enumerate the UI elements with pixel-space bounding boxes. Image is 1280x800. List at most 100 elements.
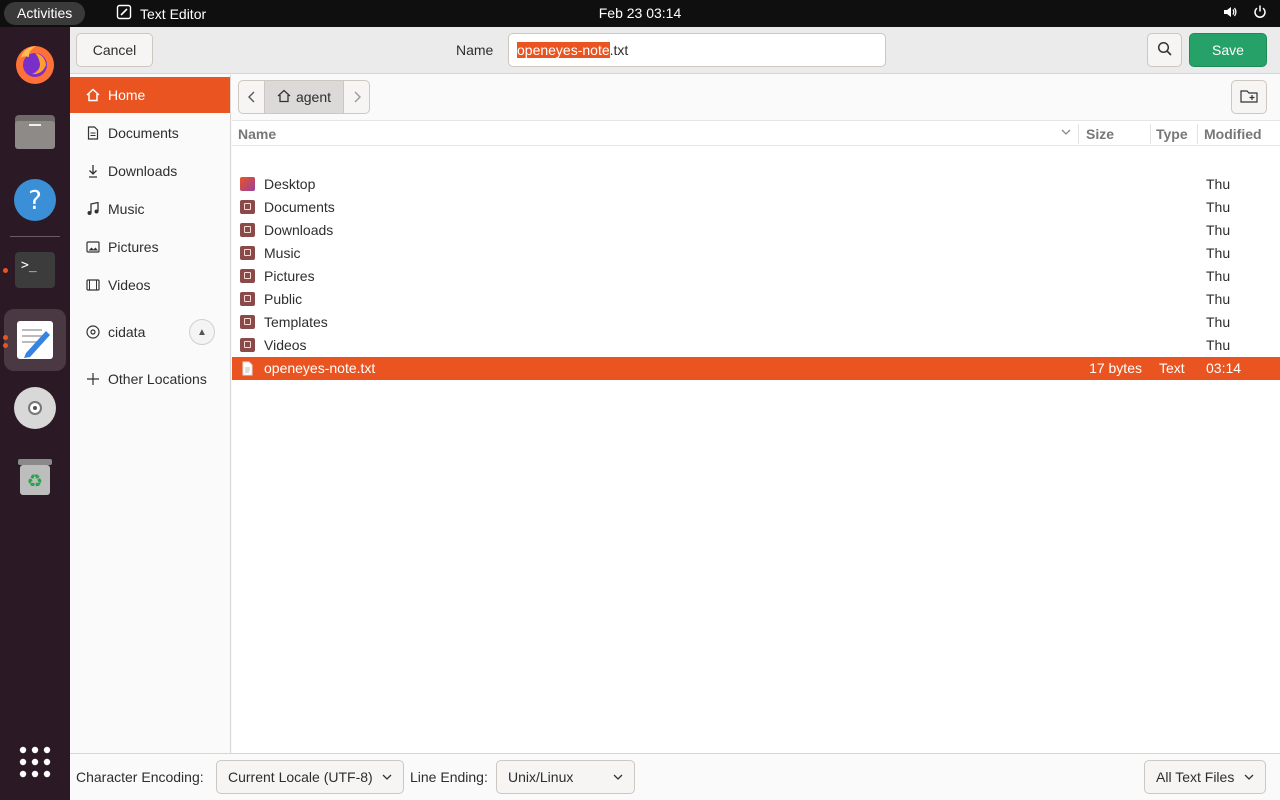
table-row[interactable]: Videos Thu <box>232 334 1280 357</box>
table-row[interactable]: Documents Thu <box>232 196 1280 219</box>
file-filter-select[interactable]: All Text Files <box>1144 760 1266 794</box>
sidebar-item-label: Pictures <box>108 239 159 255</box>
table-row[interactable]: Public Thu <box>232 288 1280 311</box>
cell-modified: 03:14 <box>1206 360 1242 376</box>
line-ending-value: Unix/Linux <box>508 769 574 785</box>
folder-icon <box>240 269 255 283</box>
chevron-down-icon <box>381 770 393 786</box>
table-row[interactable]: Templates Thu <box>232 311 1280 334</box>
activities-button[interactable]: Activities <box>4 2 86 25</box>
places-sidebar: Home Documents Downloads Music Pictures … <box>70 75 231 753</box>
cell-name: Pictures <box>264 268 315 284</box>
column-type[interactable]: Type <box>1156 126 1188 142</box>
sidebar-item-documents[interactable]: Documents <box>70 115 230 151</box>
filter-value: All Text Files <box>1156 769 1235 785</box>
power-icon[interactable] <box>1252 4 1268 23</box>
eject-icon[interactable]: ▲ <box>189 319 215 345</box>
help-icon[interactable]: ? <box>4 169 66 231</box>
save-dialog: Cancel Name openeyes-note.txt Save Home … <box>70 27 1280 800</box>
dialog-header: Cancel Name openeyes-note.txt Save <box>70 27 1280 74</box>
search-button[interactable] <box>1147 33 1182 67</box>
drive-icon <box>86 325 100 339</box>
sidebar-item-label: Videos <box>108 277 151 293</box>
new-folder-icon <box>1240 88 1258 107</box>
chevron-down-icon[interactable] <box>1060 125 1072 141</box>
encoding-label: Character Encoding: <box>76 769 204 785</box>
cell-name: Desktop <box>264 176 316 192</box>
cell-modified: Thu <box>1206 176 1231 192</box>
app-grid-icon[interactable] <box>4 731 66 793</box>
disc-icon[interactable] <box>4 377 66 439</box>
table-row[interactable]: Desktop Thu <box>232 173 1280 196</box>
files-icon[interactable] <box>4 101 66 163</box>
column-header: Name Size Type Modified <box>232 122 1280 146</box>
sidebar-item-other-locations[interactable]: Other Locations <box>70 361 230 397</box>
trash-icon[interactable]: ♻ <box>4 445 66 507</box>
cell-name: Music <box>264 245 301 261</box>
cell-name: Templates <box>264 314 328 330</box>
cell-modified: Thu <box>1206 291 1231 307</box>
sidebar-item-label: Music <box>108 201 145 217</box>
app-menu[interactable]: Text Editor <box>116 0 206 27</box>
sidebar-item-pictures[interactable]: Pictures <box>70 229 230 265</box>
terminal-icon[interactable]: >_ <box>4 239 66 301</box>
cell-modified: Thu <box>1206 337 1231 353</box>
line-ending-select[interactable]: Unix/Linux <box>496 760 635 794</box>
cell-modified: Thu <box>1206 245 1231 261</box>
table-row[interactable]: Music Thu <box>232 242 1280 265</box>
sidebar-item-label: Home <box>108 87 146 103</box>
cell-name: Public <box>264 291 303 307</box>
folder-icon <box>240 338 255 352</box>
table-row[interactable]: Downloads Thu <box>232 219 1280 242</box>
cell-name: Videos <box>264 337 307 353</box>
sidebar-item-music[interactable]: Music <box>70 191 230 227</box>
system-tray[interactable] <box>1222 0 1268 27</box>
filename-selected-text: openeyes-note <box>517 42 610 58</box>
firefox-icon[interactable] <box>4 33 66 95</box>
sidebar-item-label: Downloads <box>108 163 178 179</box>
cell-name: Downloads <box>264 222 334 238</box>
sidebar-item-cidata[interactable]: cidata ▲ <box>70 314 230 350</box>
sidebar-item-videos[interactable]: Videos <box>70 267 230 303</box>
cancel-button[interactable]: Cancel <box>76 33 153 67</box>
save-button[interactable]: Save <box>1189 33 1267 67</box>
cell-name: openeyes-note.txt <box>264 360 376 376</box>
column-size[interactable]: Size <box>1086 126 1114 142</box>
column-modified[interactable]: Modified <box>1204 126 1262 142</box>
sidebar-item-label: cidata <box>108 324 146 340</box>
breadcrumb: agent <box>238 80 370 114</box>
sidebar-item-home[interactable]: Home <box>70 77 230 113</box>
top-bar: Activities Text Editor Feb 23 03:14 <box>0 0 1280 27</box>
home-icon <box>86 88 100 102</box>
cell-modified: Thu <box>1206 222 1231 238</box>
text-editor-icon[interactable] <box>4 309 66 371</box>
svg-text:>_: >_ <box>21 258 37 273</box>
music-icon <box>86 202 100 216</box>
text-editor-small-icon <box>116 4 132 23</box>
chevron-right-icon[interactable] <box>344 81 369 113</box>
cell-modified: Thu <box>1206 268 1231 284</box>
chevron-down-icon <box>1243 770 1255 786</box>
document-icon <box>86 126 100 140</box>
breadcrumb-home[interactable]: agent <box>264 81 344 113</box>
sidebar-item-downloads[interactable]: Downloads <box>70 153 230 189</box>
sidebar-item-label: Documents <box>108 125 179 141</box>
chevron-left-icon[interactable] <box>239 81 264 113</box>
table-row[interactable]: openeyes-note.txt 17 bytes Text 03:14 <box>232 357 1280 380</box>
videos-icon <box>86 278 100 292</box>
svg-text:♻: ♻ <box>27 471 43 492</box>
column-name[interactable]: Name <box>238 126 276 142</box>
dock: ? >_ ♻ <box>0 27 70 800</box>
new-folder-button[interactable] <box>1231 80 1267 114</box>
filename-extension: .txt <box>609 42 629 58</box>
encoding-select[interactable]: Current Locale (UTF-8) <box>216 760 404 794</box>
path-bar: agent <box>232 75 1280 121</box>
folder-icon <box>240 246 255 260</box>
table-row[interactable]: Pictures Thu <box>232 265 1280 288</box>
volume-icon[interactable] <box>1222 4 1238 23</box>
svg-text:?: ? <box>28 186 42 216</box>
cell-type: Text <box>1159 360 1185 376</box>
clock[interactable]: Feb 23 03:14 <box>599 5 682 21</box>
filename-input[interactable]: openeyes-note.txt <box>508 33 886 67</box>
folder-icon <box>240 200 255 214</box>
